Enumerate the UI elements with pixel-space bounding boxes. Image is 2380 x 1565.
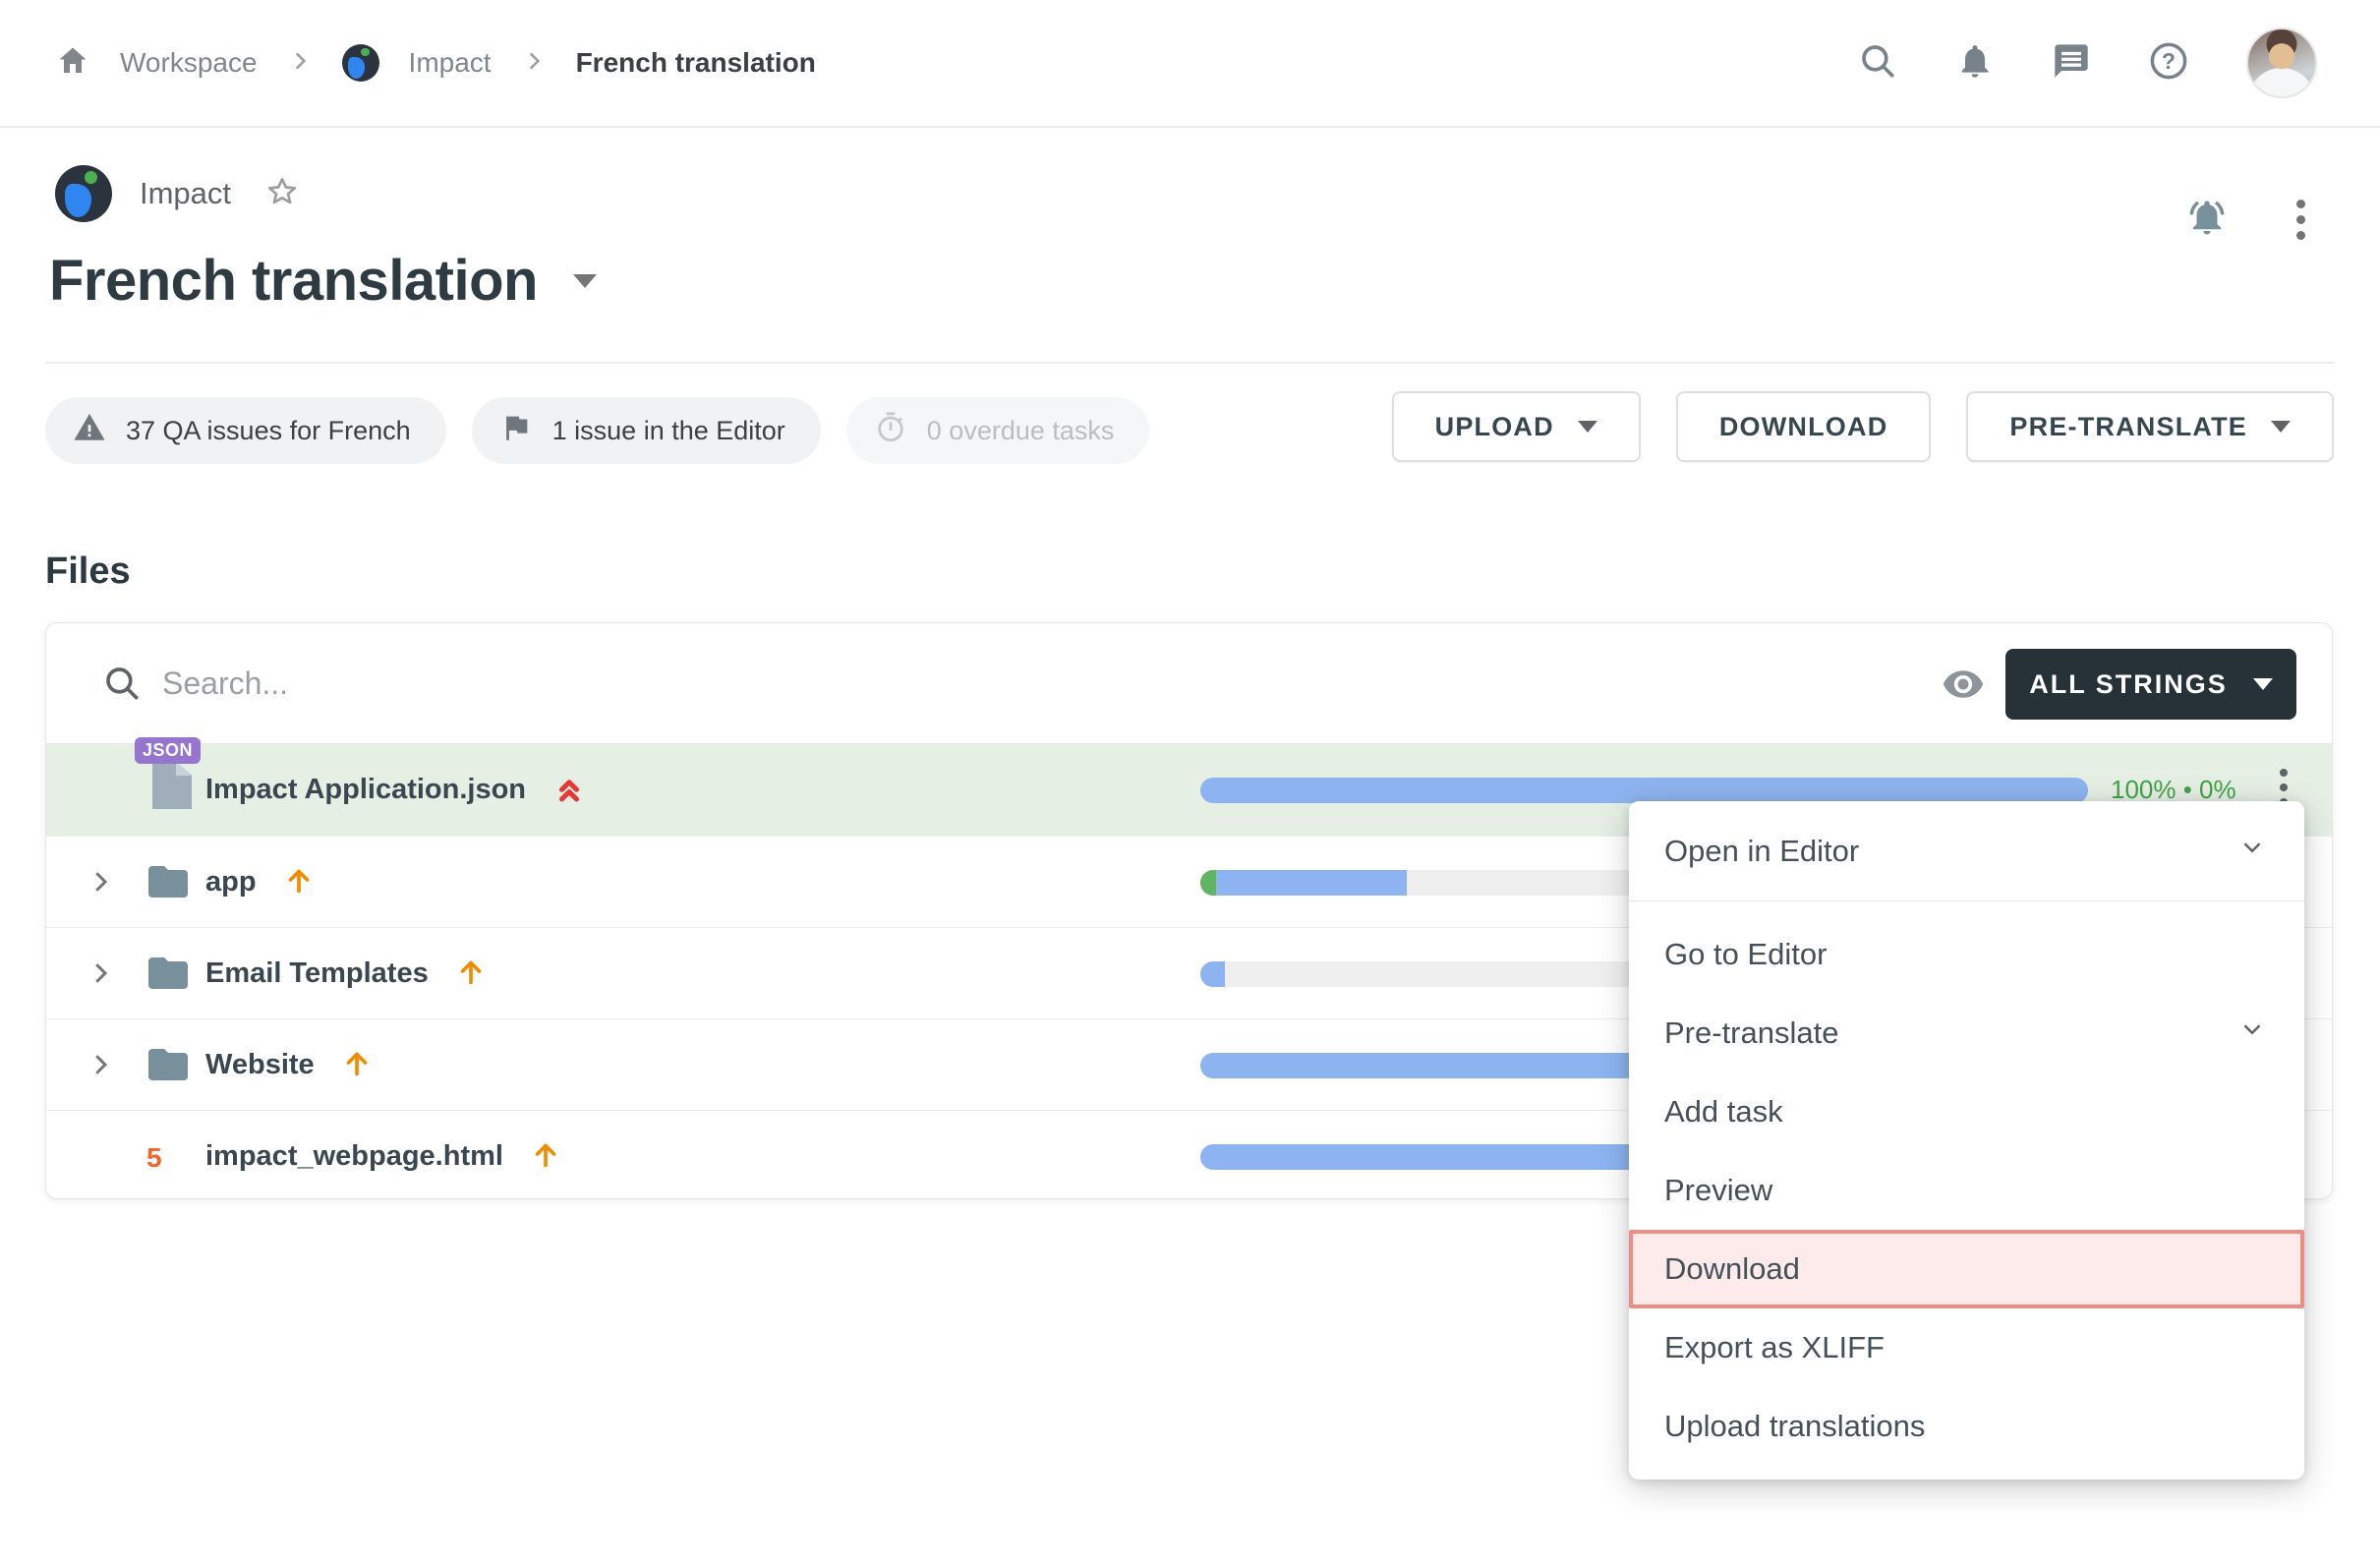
page-title: French translation bbox=[49, 248, 538, 314]
menu-item-preview[interactable]: Preview bbox=[1629, 1151, 2304, 1230]
translation-progress-bar bbox=[1200, 778, 2088, 803]
menu-item-upload-translations[interactable]: Upload translations bbox=[1629, 1387, 2304, 1466]
folder-name[interactable]: Website bbox=[205, 1049, 315, 1081]
chevron-right-icon bbox=[521, 48, 547, 79]
folder-icon bbox=[145, 1041, 192, 1093]
top-navigation-bar: Workspace Impact French translation ? bbox=[0, 0, 2380, 128]
expand-chevron-icon[interactable] bbox=[86, 867, 115, 901]
expand-chevron-icon[interactable] bbox=[86, 958, 115, 993]
menu-item-export-as-xliff[interactable]: Export as XLIFF bbox=[1629, 1308, 2304, 1387]
notification-settings-icon[interactable] bbox=[2186, 197, 2228, 243]
caret-down-icon bbox=[1578, 421, 1597, 433]
expand-chevron-icon[interactable] bbox=[86, 1050, 115, 1084]
menu-item-pre-translate[interactable]: Pre-translate bbox=[1629, 994, 2304, 1072]
messages-icon[interactable] bbox=[2052, 41, 2091, 86]
menu-item-go-to-editor[interactable]: Go to Editor bbox=[1629, 915, 2304, 994]
editor-issues-label: 1 issue in the Editor bbox=[552, 416, 785, 446]
user-avatar[interactable] bbox=[2246, 28, 2317, 98]
priority-high-icon bbox=[454, 955, 488, 993]
header-divider bbox=[45, 362, 2334, 364]
priority-high-icon bbox=[282, 863, 316, 901]
overdue-tasks-badge: 0 overdue tasks bbox=[846, 397, 1150, 464]
title-dropdown-caret-icon[interactable] bbox=[573, 274, 597, 288]
menu-item-download[interactable]: Download bbox=[1629, 1230, 2304, 1308]
project-logo-large[interactable] bbox=[55, 165, 112, 222]
home-icon[interactable] bbox=[55, 43, 90, 84]
search-icon[interactable] bbox=[1857, 40, 1898, 87]
svg-text:?: ? bbox=[2162, 47, 2176, 73]
breadcrumb-current: French translation bbox=[576, 47, 816, 79]
warning-icon bbox=[73, 411, 106, 451]
menu-item-add-task[interactable]: Add task bbox=[1629, 1072, 2304, 1151]
file-search-input[interactable] bbox=[162, 653, 1833, 714]
stopwatch-icon bbox=[874, 411, 907, 451]
chevron-down-icon bbox=[2237, 1014, 2267, 1052]
all-strings-filter-button[interactable]: ALL STRINGS bbox=[2005, 649, 2296, 720]
folder-icon bbox=[145, 950, 192, 1002]
files-toolbar: ALL STRINGS bbox=[46, 623, 2332, 744]
folder-name[interactable]: app bbox=[205, 866, 257, 898]
chevron-right-icon bbox=[287, 48, 313, 79]
file-context-menu: Open in Editor Go to Editor Pre-translat… bbox=[1629, 801, 2304, 1479]
qa-issues-label: 37 QA issues for French bbox=[126, 416, 411, 446]
project-logo[interactable] bbox=[342, 44, 379, 82]
download-button[interactable]: DOWNLOAD bbox=[1676, 391, 1932, 462]
flag-icon bbox=[499, 411, 533, 451]
file-name[interactable]: Impact Application.json bbox=[205, 774, 526, 806]
caret-down-icon bbox=[2271, 421, 2291, 433]
overdue-tasks-label: 0 overdue tasks bbox=[927, 416, 1115, 446]
eye-icon[interactable] bbox=[1942, 663, 1985, 711]
folder-icon bbox=[145, 858, 192, 910]
files-heading: Files bbox=[45, 551, 131, 593]
file-name[interactable]: impact_webpage.html bbox=[205, 1140, 503, 1173]
project-more-options-icon[interactable] bbox=[2296, 200, 2305, 240]
priority-high-icon bbox=[340, 1046, 374, 1084]
pre-translate-button[interactable]: PRE-TRANSLATE bbox=[1966, 391, 2334, 462]
search-icon bbox=[101, 663, 143, 709]
breadcrumb-workspace[interactable]: Workspace bbox=[120, 47, 258, 79]
star-icon[interactable] bbox=[264, 174, 300, 214]
editor-issues-badge[interactable]: 1 issue in the Editor bbox=[472, 397, 821, 464]
notifications-icon[interactable] bbox=[1955, 41, 1995, 86]
qa-issues-badge[interactable]: 37 QA issues for French bbox=[45, 397, 446, 464]
help-icon[interactable]: ? bbox=[2148, 40, 2189, 87]
chevron-down-icon bbox=[2237, 833, 2267, 870]
breadcrumb: Workspace Impact French translation bbox=[55, 43, 816, 84]
breadcrumb-project[interactable]: Impact bbox=[409, 47, 492, 79]
menu-item-open-in-editor[interactable]: Open in Editor bbox=[1629, 801, 2304, 901]
priority-high-icon bbox=[529, 1137, 562, 1176]
priority-urgent-icon bbox=[551, 770, 587, 810]
project-name[interactable]: Impact bbox=[140, 176, 231, 211]
upload-button[interactable]: UPLOAD bbox=[1392, 391, 1641, 462]
folder-name[interactable]: Email Templates bbox=[205, 957, 429, 990]
caret-down-icon bbox=[2253, 678, 2273, 690]
